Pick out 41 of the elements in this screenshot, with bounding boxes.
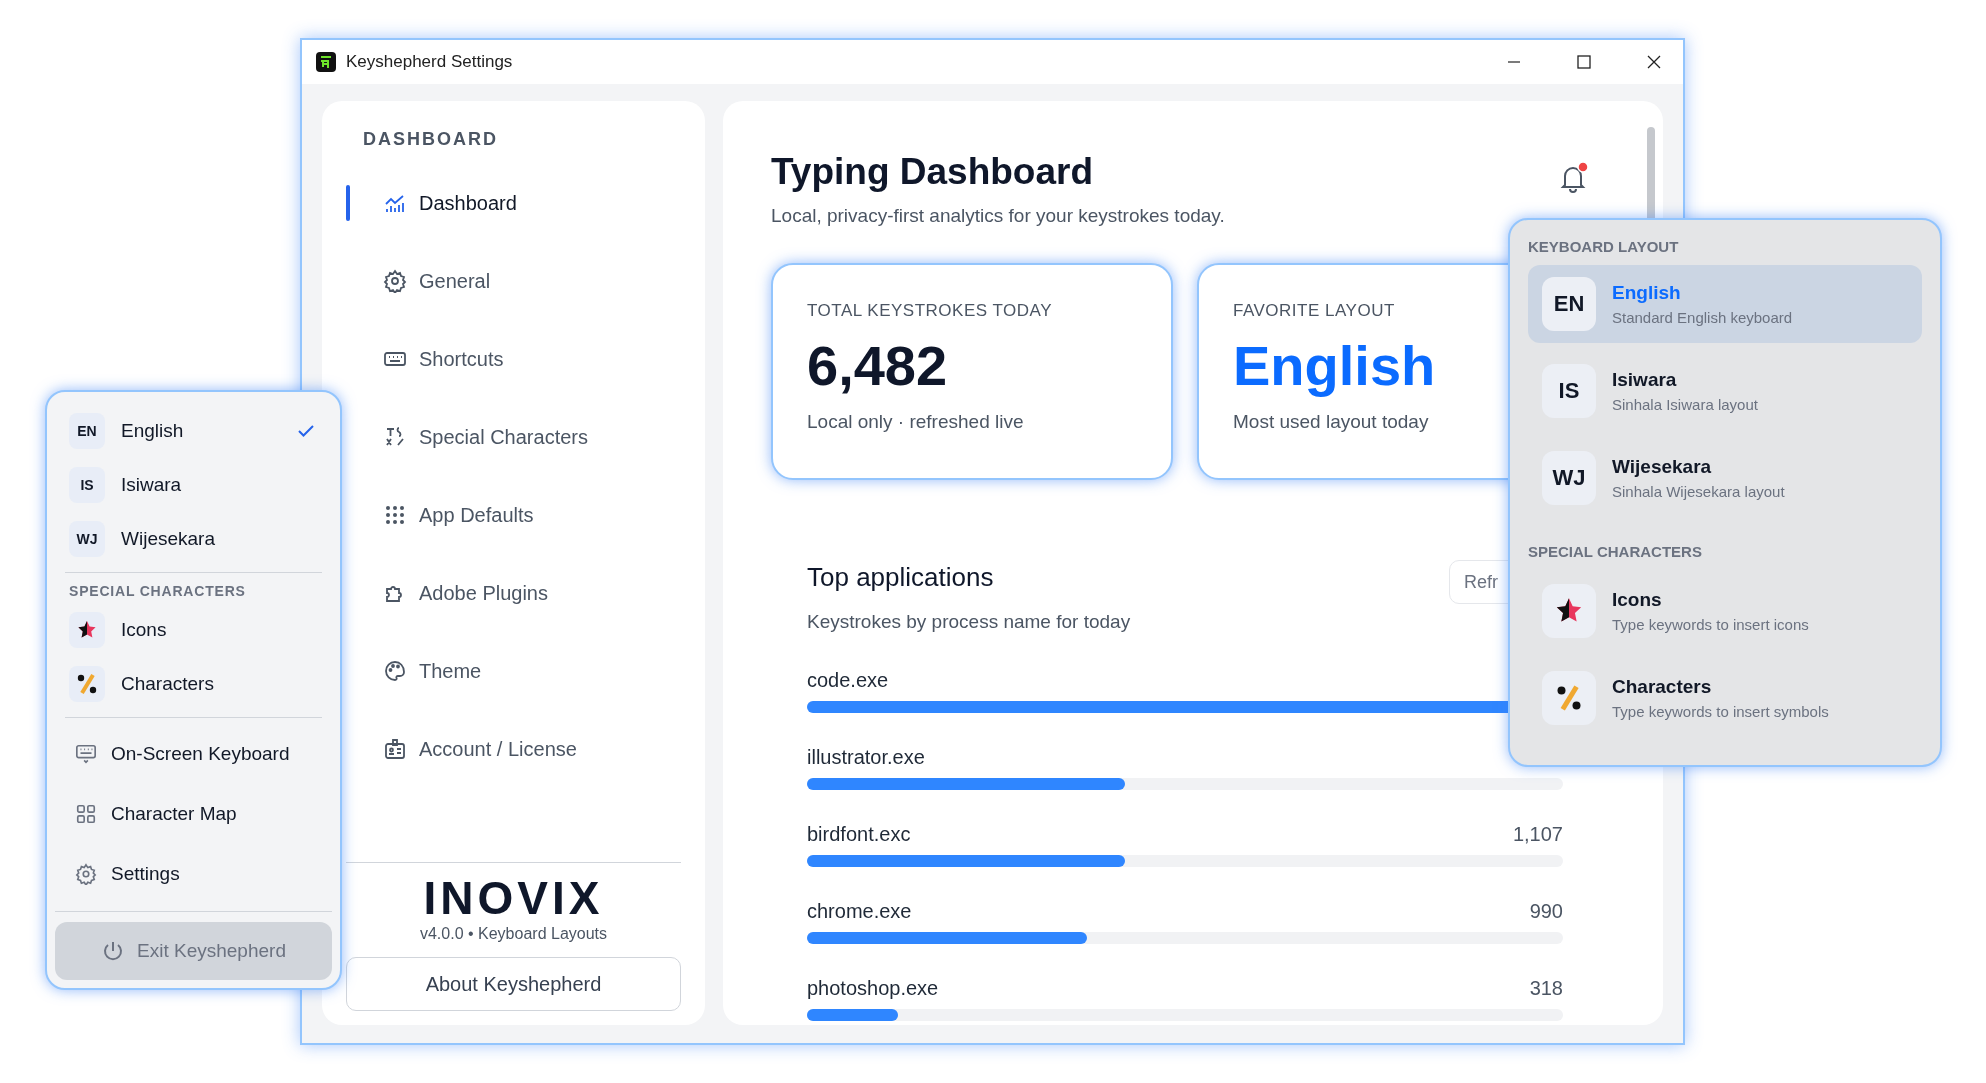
version-text: v4.0.0 • Keyboard Layouts <box>419 925 608 943</box>
option-title: Wijesekara <box>1612 456 1713 478</box>
keystroke-count: 318 <box>1529 977 1563 1000</box>
layout-badge: IS <box>1542 364 1596 418</box>
card-value: 6,482 <box>807 335 949 397</box>
page-subtitle: Local, privacy-first analytics for your keystrokes today. <box>771 205 1225 227</box>
menu-heading: KEYBOARD LAYOUT <box>1528 238 1680 255</box>
card-note: Most used layout today <box>1233 410 1430 433</box>
layout-badge: EN <box>69 413 105 449</box>
app-name: code.exe <box>807 669 889 692</box>
window-title: Keyshepherd Settings <box>346 52 513 72</box>
app-name: chrome.exe <box>807 900 912 923</box>
card-label: FAVORITE LAYOUT <box>1233 301 1396 321</box>
layout-badge: EN <box>1542 277 1596 331</box>
layout-badge: IS <box>69 467 105 503</box>
option-description: Sinhala Isiwara layout <box>1612 396 1758 413</box>
option-description: Sinhala Wijesekara layout <box>1612 483 1785 500</box>
card-label: TOTAL KEYSTROKES TODAY <box>807 301 1053 321</box>
option-description: Type keywords to insert icons <box>1612 616 1809 633</box>
keystroke-count: 990 <box>1529 900 1563 923</box>
page-title: Typing Dashboard <box>771 151 1095 193</box>
section-subtitle: Keystrokes by process name for today <box>807 611 1131 633</box>
card-value: English <box>1233 335 1437 397</box>
menu-heading: SPECIAL CHARACTERS <box>68 582 247 601</box>
option-title: Characters <box>1612 676 1713 698</box>
sidebar-heading: DASHBOARD <box>362 129 499 150</box>
layout-badge: WJ <box>69 521 105 557</box>
option-description: Type keywords to insert symbols <box>1612 703 1829 720</box>
option-title: Icons <box>1612 589 1663 611</box>
option-title: English <box>1612 282 1682 304</box>
layout-badge: WJ <box>1542 451 1596 505</box>
app-name: illustrator.exe <box>807 746 925 769</box>
app-name: birdfont.exc <box>807 823 911 846</box>
logo: INOVIX <box>423 875 604 921</box>
card-note: Local only · refreshed live <box>807 410 1025 433</box>
option-title: Isiwara <box>1612 369 1678 391</box>
app-name: photoshop.exe <box>807 977 939 1000</box>
section-title: Top applications <box>807 562 995 593</box>
option-description: Standard English keyboard <box>1612 309 1793 326</box>
keystroke-count: 1,107 <box>1512 823 1563 846</box>
menu-heading: SPECIAL CHARACTERS <box>1528 543 1703 560</box>
